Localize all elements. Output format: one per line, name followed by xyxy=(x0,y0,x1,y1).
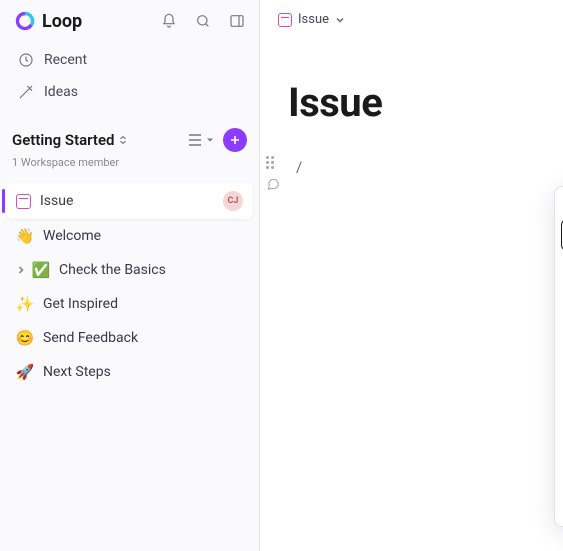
sidebar-item-label: Get Inspired xyxy=(43,296,118,312)
view-button[interactable] xyxy=(187,133,215,147)
app-name: Loop xyxy=(42,11,82,32)
rocket-icon: 🚀 xyxy=(16,363,34,381)
sidebar-item-basics[interactable]: ✅ Check the Basics xyxy=(6,253,253,287)
sparkle-icon: ✨ xyxy=(16,295,34,313)
block-gutter xyxy=(266,156,280,191)
sidebar: Loop Recent Ideas Getting Started xyxy=(0,0,260,551)
chevron-down-icon xyxy=(205,135,215,145)
check-icon: ✅ xyxy=(32,261,50,279)
chevron-down-icon xyxy=(335,15,345,25)
sort-icon xyxy=(118,135,128,145)
top-nav: Recent Ideas xyxy=(0,38,259,114)
wave-icon: 👋 xyxy=(16,227,34,245)
sidebar-item-label: Welcome xyxy=(43,228,101,244)
breadcrumb-label: Issue xyxy=(298,12,329,27)
sidebar-item-label: Issue xyxy=(40,193,73,209)
insert-menu: General Table Checklist Bulleted list Nu… xyxy=(554,186,563,527)
notifications-icon[interactable] xyxy=(161,13,177,29)
smile-icon: 😊 xyxy=(16,329,34,347)
issue-icon xyxy=(278,13,292,27)
comment-icon[interactable] xyxy=(266,177,280,191)
sidebar-item-inspired[interactable]: ✨ Get Inspired xyxy=(6,287,253,321)
list-icon xyxy=(187,133,205,147)
add-button[interactable] xyxy=(223,128,247,152)
nav-ideas-label: Ideas xyxy=(44,84,78,100)
menu-section-label: Text styles xyxy=(555,469,563,492)
page-list: Issue CJ 👋 Welcome ✅ Check the Basics ✨ … xyxy=(0,177,259,395)
app-logo[interactable]: Loop xyxy=(14,10,82,32)
pen-icon xyxy=(18,84,34,100)
workspace-title: Getting Started xyxy=(12,131,114,149)
sidebar-header: Loop xyxy=(0,0,259,38)
avatar: CJ xyxy=(223,191,243,211)
page-title[interactable]: Issue xyxy=(288,79,535,126)
sidebar-item-issue[interactable]: Issue CJ xyxy=(6,183,253,219)
nav-recent[interactable]: Recent xyxy=(0,44,259,76)
main: Issue Issue / General Table Checklist Bu… xyxy=(260,0,563,551)
nav-recent-label: Recent xyxy=(44,52,87,68)
sidebar-item-feedback[interactable]: 😊 Send Feedback xyxy=(6,321,253,355)
nav-ideas[interactable]: Ideas xyxy=(0,76,259,108)
page-body[interactable]: / xyxy=(288,126,535,178)
sidebar-item-welcome[interactable]: 👋 Welcome xyxy=(6,219,253,253)
sidebar-item-label: Next Steps xyxy=(43,364,111,380)
issue-icon xyxy=(16,194,31,209)
clock-icon xyxy=(18,52,34,68)
search-icon[interactable] xyxy=(195,13,211,29)
sidebar-item-label: Check the Basics xyxy=(59,262,166,278)
page-content: Issue / xyxy=(260,39,563,178)
sidebar-item-next[interactable]: 🚀 Next Steps xyxy=(6,355,253,389)
sidebar-item-label: Send Feedback xyxy=(43,330,138,346)
plus-icon xyxy=(229,134,241,146)
panel-icon[interactable] xyxy=(229,13,245,29)
workspace-subtitle: 1 Workspace member xyxy=(0,156,259,177)
drag-handle-icon[interactable] xyxy=(266,156,274,169)
workspace-header[interactable]: Getting Started xyxy=(0,114,259,156)
menu-section-label: General xyxy=(555,195,563,218)
breadcrumb[interactable]: Issue xyxy=(260,0,563,39)
slash-line[interactable]: / xyxy=(288,156,535,178)
loop-logo-icon xyxy=(14,10,36,32)
chevron-right-icon xyxy=(16,265,26,275)
